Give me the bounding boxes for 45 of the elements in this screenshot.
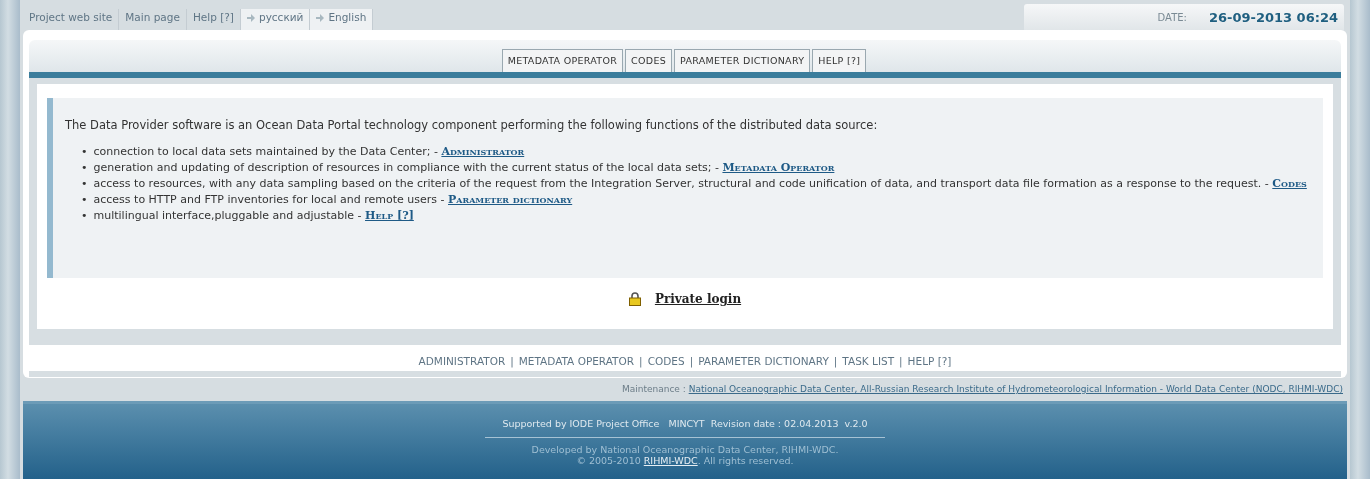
section-link[interactable]: Codes [1272, 177, 1307, 190]
separator: | [639, 355, 643, 370]
bullet: • [81, 144, 88, 160]
function-item: generation and updating of description of resources in compliance with the current status of the local data sets; - Metadata Operator [93, 160, 835, 176]
arrow-icon [246, 14, 255, 22]
separator: | [689, 355, 694, 370]
copyright-link[interactable]: RIHMI-WDC [643, 455, 698, 466]
maintenance-link[interactable]: National Oceanographic Data Center, All-Russian Research Institute of Hydrometeorological Information - World Data Center (NODC, RIHMI-WDC) [688, 384, 1343, 394]
nav-tab[interactable]: HELP [?] [812, 49, 867, 72]
separator: | [510, 355, 514, 370]
copyright-text: © 2005-2010 RIHMI-WDC. All rights reserved. [576, 455, 794, 466]
nav-tab[interactable]: PARAMETER DICTIONARY [674, 49, 811, 72]
maintenance-label: Maintenance : [621, 384, 686, 394]
function-item: connection to local data sets maintained by the Data Center; - Administrator [93, 144, 525, 160]
function-item: access to HTTP and FTP inventories for local and remote users - Parameter dictionary [93, 192, 573, 208]
section-link[interactable]: Metadata Operator [722, 161, 835, 174]
footer-nav-link[interactable]: HELP [?] [907, 355, 952, 371]
footer-nav-link[interactable]: CODES [647, 355, 685, 371]
arrow-icon [316, 14, 325, 22]
padlock-icon [628, 292, 641, 306]
section-link[interactable]: Parameter dictionary [448, 193, 573, 206]
nav-tab[interactable]: CODES [625, 49, 673, 72]
developed-text: Developed by National Oceanographic Data Center, RIHMI-WDC. [531, 444, 839, 455]
function-item: access to resources, with any data sampling based on the criteria of the request from the Integration Server, structural and code unification of data, and transport data file formation as a response to the request. - Codes [93, 176, 1307, 192]
footer-nav-link[interactable]: ADMINISTRATOR [418, 355, 506, 371]
section-link[interactable]: Administrator [441, 145, 525, 158]
language-link[interactable]: English [310, 9, 374, 31]
nav-tab[interactable]: METADATA OPERATOR [501, 49, 624, 72]
bullet: • [81, 208, 88, 224]
bullet: • [81, 160, 88, 176]
intro-text: The Data Provider software is an Ocean Data Portal technology component performing the following functions of the distributed data source: [65, 118, 879, 132]
footer-nav-link[interactable]: METADATA OPERATOR [518, 355, 635, 371]
language-link[interactable]: русский [240, 9, 311, 31]
bullet: • [81, 176, 88, 192]
separator: | [833, 355, 838, 370]
support-text: Supported by IODE Project Office MINCYT Revision date : 02.04.2013 v.2.0 [502, 418, 868, 429]
login-link[interactable]: Private login [654, 292, 742, 306]
function-item: multilingual interface,pluggable and adjustable - Help [?] [93, 208, 414, 224]
date-value: 26-09-2013 06:24 [1208, 9, 1338, 25]
bullet: • [81, 192, 88, 208]
separator: | [899, 355, 903, 370]
section-link[interactable]: Help [?] [365, 209, 414, 222]
footer-nav-link[interactable]: PARAMETER DICTIONARY [698, 355, 829, 371]
date-label: DATE: [1157, 11, 1187, 23]
footer-nav-link[interactable]: TASK LIST [842, 355, 895, 371]
